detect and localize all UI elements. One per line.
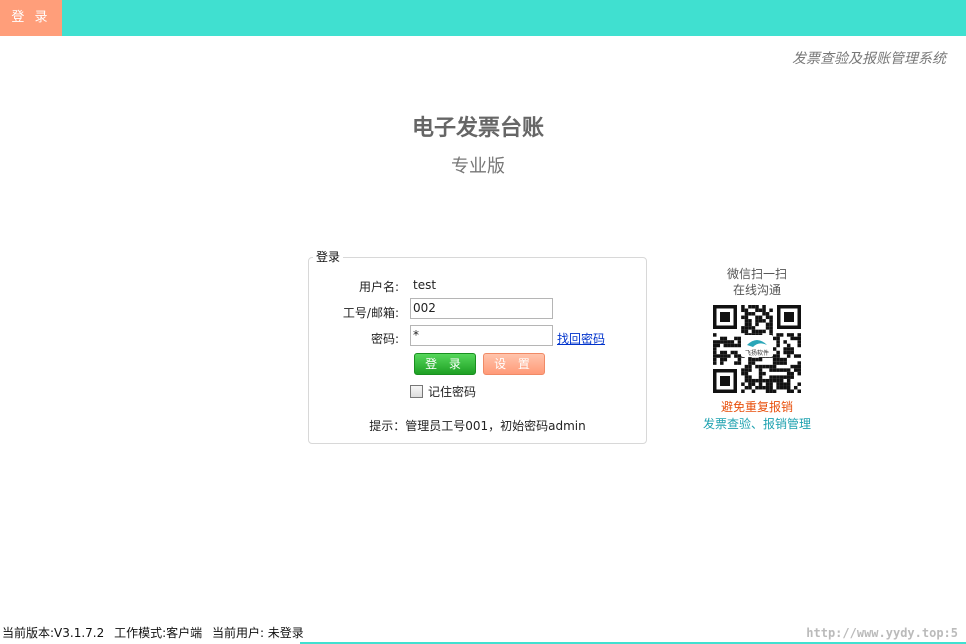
password-label: 密码: — [370, 332, 399, 346]
watermark: http://www.yydy.top:5 — [806, 626, 958, 640]
system-name: 发票查验及报账管理系统 — [792, 51, 946, 67]
qr-caption-line1: 微信扫一扫 — [726, 267, 787, 281]
remember-password-row[interactable]: 记住密码 — [410, 385, 476, 399]
username-label: 用户名: — [358, 280, 399, 294]
login-button[interactable]: 登 录 — [414, 353, 476, 375]
status-version: 当前版本:V3.1.7.2 — [2, 626, 105, 640]
password-input[interactable]: * — [410, 325, 553, 346]
status-current-user: 当前用户: 未登录 — [211, 626, 304, 640]
employee-label: 工号/邮箱: — [342, 306, 399, 320]
login-groupbox: 登录 用户名: test 工号/邮箱: 002 密码: * 找回密码 登 录 设… — [308, 249, 647, 444]
employee-input[interactable]: 002 — [410, 298, 553, 319]
qr-brand-text: 飞扬软件 — [745, 349, 769, 357]
status-bar: 当前版本:V3.1.7.2 工作模式:客户端 当前用户: 未登录 http://… — [0, 624, 966, 644]
tab-login[interactable]: 登 录 — [0, 0, 62, 36]
wechat-qr-code-icon: 飞扬软件 — [713, 305, 801, 393]
remember-password-label: 记住密码 — [428, 385, 477, 399]
settings-button[interactable]: 设 置 — [483, 353, 545, 375]
remember-password-checkbox[interactable] — [410, 385, 423, 398]
edition-label: 专业版 — [451, 156, 505, 177]
status-work-mode: 工作模式:客户端 — [114, 626, 203, 640]
forgot-password-link[interactable]: 找回密码 — [557, 330, 605, 347]
page-title: 电子发票台账 — [411, 116, 544, 141]
username-value: test — [413, 278, 437, 292]
qr-caption-line2: 在线沟通 — [732, 283, 781, 297]
qr-tagline-2: 发票查验、报销管理 — [702, 417, 811, 431]
login-hint: 提示：管理员工号001，初始密码admin — [369, 419, 586, 433]
qr-panel: 微信扫一扫 在线沟通 飞扬软件 避免重复报销 发票查验、报销管理 — [692, 266, 822, 433]
top-bar: 登 录 — [0, 0, 966, 36]
qr-tagline-1: 避免重复报销 — [720, 400, 793, 414]
login-legend: 登录 — [313, 249, 344, 265]
